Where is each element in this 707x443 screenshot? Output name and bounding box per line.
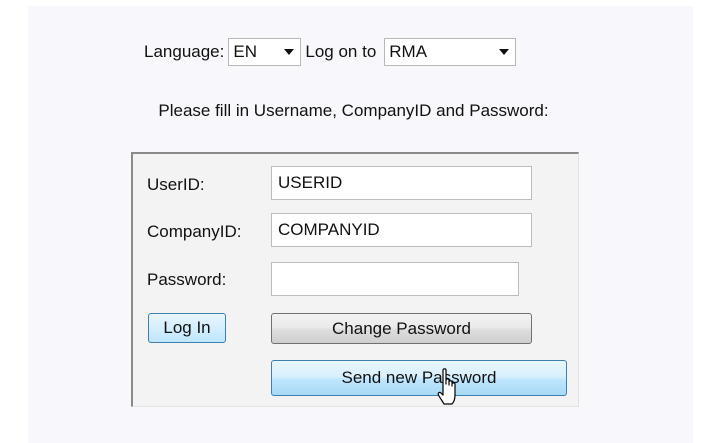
chevron-down-icon <box>499 49 510 55</box>
chevron-down-icon <box>284 49 295 55</box>
logon-value: RMA <box>389 42 428 61</box>
language-label: Language: <box>144 42 225 61</box>
companyid-field[interactable] <box>271 213 532 247</box>
userid-field[interactable] <box>271 166 532 200</box>
password-label: Password: <box>147 270 227 289</box>
logon-label: Log on to <box>305 42 377 61</box>
companyid-label: CompanyID: <box>147 222 242 241</box>
login-form-box: UserID: CompanyID: Password: Log In Chan… <box>131 152 579 407</box>
top-row: Language: EN Log on to RMA <box>144 37 517 67</box>
logon-select[interactable]: RMA <box>384 38 517 66</box>
send-new-password-button[interactable]: Send new Password <box>271 360 567 396</box>
login-button[interactable]: Log In <box>148 313 226 343</box>
change-password-button[interactable]: Change Password <box>271 313 532 344</box>
instruction-text: Please fill in Username, CompanyID and P… <box>158 101 549 120</box>
language-value: EN <box>233 42 257 61</box>
userid-label: UserID: <box>147 175 205 194</box>
password-field[interactable] <box>271 262 519 296</box>
language-select[interactable]: EN <box>228 38 302 66</box>
